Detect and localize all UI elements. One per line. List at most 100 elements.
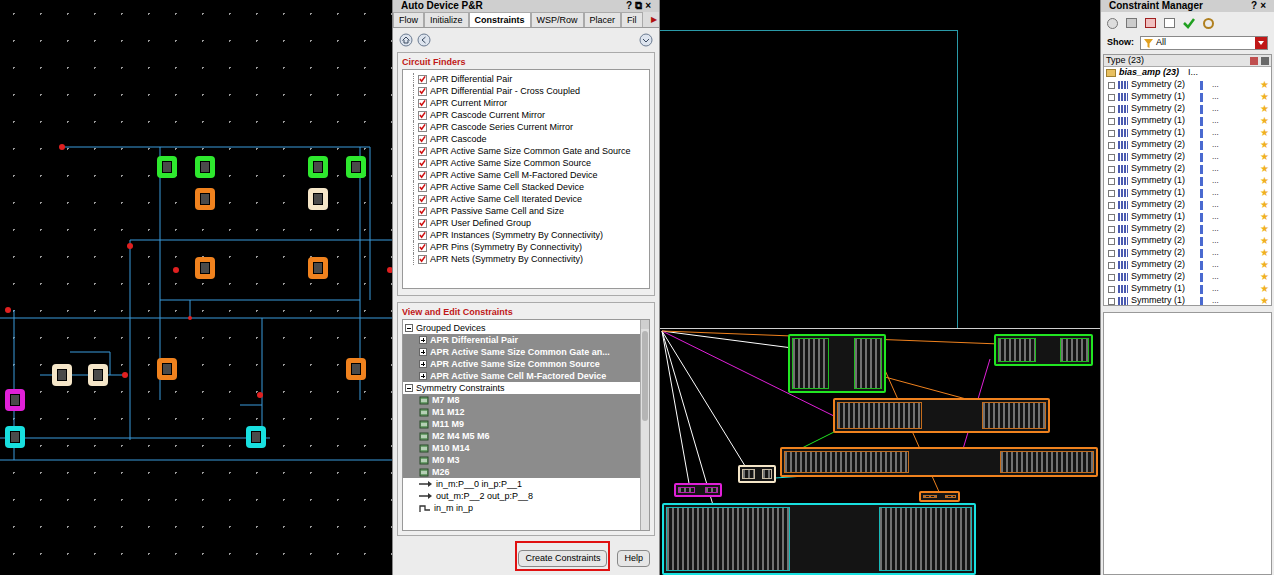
- tree-row[interactable]: M10 M14: [403, 442, 640, 454]
- tree-row[interactable]: Symmetry Constraints: [403, 382, 640, 394]
- layout-block[interactable]: [919, 491, 960, 502]
- layout-block[interactable]: [738, 465, 776, 483]
- checkbox[interactable]: [418, 183, 427, 192]
- constraint-row[interactable]: Symmetry (1)...★: [1104, 175, 1271, 187]
- finder-item[interactable]: APR Active Same Size Common Gate and Sou…: [413, 145, 649, 157]
- finder-item[interactable]: APR Instances (Symmetry By Connectivity): [413, 229, 649, 241]
- constraint-row[interactable]: Symmetry (2)...★: [1104, 163, 1271, 175]
- checkbox[interactable]: [418, 99, 427, 108]
- finder-item[interactable]: APR Passive Same Cell and Size: [413, 205, 649, 217]
- constraint-row[interactable]: Symmetry (1)...★: [1104, 283, 1271, 295]
- expand-icon[interactable]: [1108, 214, 1115, 221]
- schematic-device[interactable]: [308, 257, 328, 279]
- schematic-device[interactable]: [157, 358, 177, 380]
- layout-block[interactable]: [662, 503, 976, 575]
- finder-item[interactable]: APR Current Mirror: [413, 97, 649, 109]
- schematic-device[interactable]: [5, 426, 25, 448]
- constraint-row[interactable]: Symmetry (2)...★: [1104, 199, 1271, 211]
- constraint-row[interactable]: Symmetry (2)...★: [1104, 247, 1271, 259]
- tree-row[interactable]: in_m in_p: [403, 502, 640, 514]
- checkbox[interactable]: [418, 195, 427, 204]
- checkbox[interactable]: [418, 123, 427, 132]
- expand-icon[interactable]: [1108, 142, 1115, 149]
- schematic-device[interactable]: [195, 188, 215, 210]
- schematic-device[interactable]: [346, 358, 366, 380]
- expand-icon[interactable]: [1108, 166, 1115, 173]
- tree-row[interactable]: M26: [403, 466, 640, 478]
- constraint-row[interactable]: Symmetry (1)...★: [1104, 211, 1271, 223]
- tab-scroll-button[interactable]: ▶: [649, 12, 659, 27]
- constraint-row[interactable]: Symmetry (1)...★: [1104, 127, 1271, 139]
- checkbox[interactable]: [418, 207, 427, 216]
- check-icon[interactable]: [1183, 17, 1195, 29]
- refresh-icon[interactable]: [1203, 18, 1214, 29]
- tree-row[interactable]: APR Active Same Cell M-Factored Device: [403, 370, 640, 382]
- layout-block[interactable]: [788, 334, 886, 393]
- tab[interactable]: WSP/Row: [531, 12, 584, 27]
- collapse-icon[interactable]: [405, 384, 413, 392]
- expand-icon[interactable]: [1108, 178, 1115, 185]
- title-button[interactable]: ×: [645, 1, 651, 11]
- title-button[interactable]: ×: [1260, 1, 1266, 11]
- checkbox[interactable]: [418, 87, 427, 96]
- schematic-device[interactable]: [5, 389, 25, 411]
- tree-row[interactable]: M2 M4 M5 M6: [403, 430, 640, 442]
- tree-row[interactable]: APR Differential Pair: [403, 334, 640, 346]
- back-icon[interactable]: [417, 33, 431, 47]
- tree-row[interactable]: out_m:P__2 out_p:P__8: [403, 490, 640, 502]
- tree-row[interactable]: M11 M9: [403, 418, 640, 430]
- expand-icon[interactable]: [1108, 202, 1115, 209]
- finder-item[interactable]: APR Active Same Cell M-Factored Device: [413, 169, 649, 181]
- schematic-canvas[interactable]: [0, 0, 392, 575]
- scrollbar[interactable]: [640, 320, 649, 530]
- checkbox[interactable]: [418, 231, 427, 240]
- dropdown-arrow-icon[interactable]: [1255, 37, 1267, 49]
- constraint-row[interactable]: Symmetry (1)...★: [1104, 91, 1271, 103]
- table-icon[interactable]: [1145, 18, 1156, 28]
- menu-icon[interactable]: [639, 33, 653, 47]
- expand-icon[interactable]: [1108, 250, 1115, 257]
- schematic-device[interactable]: [195, 156, 215, 178]
- finder-item[interactable]: APR Active Same Cell Iterated Device: [413, 193, 649, 205]
- action-button[interactable]: Help: [617, 550, 650, 567]
- tree-row[interactable]: M7 M8: [403, 394, 640, 406]
- tab[interactable]: Placer: [584, 12, 622, 27]
- finder-item[interactable]: APR Cascode Series Current Mirror: [413, 121, 649, 133]
- checkbox[interactable]: [418, 135, 427, 144]
- expand-icon[interactable]: [1108, 94, 1115, 101]
- checkbox[interactable]: [418, 111, 427, 120]
- schematic-device[interactable]: [308, 188, 328, 210]
- expand-icon[interactable]: [1108, 286, 1115, 293]
- constraint-icon[interactable]: [1107, 18, 1118, 29]
- schematic-device[interactable]: [195, 257, 215, 279]
- title-button[interactable]: ?: [626, 1, 632, 11]
- tree-row[interactable]: in_m:P__0 in_p:P__1: [403, 478, 640, 490]
- schematic-device[interactable]: [52, 364, 72, 386]
- finder-item[interactable]: APR Differential Pair: [413, 73, 649, 85]
- tab[interactable]: Initialize: [424, 12, 469, 27]
- tree-row[interactable]: M1 M12: [403, 406, 640, 418]
- finder-item[interactable]: APR Active Same Size Common Source: [413, 157, 649, 169]
- expand-icon[interactable]: [1108, 82, 1115, 89]
- title-button[interactable]: ?: [1251, 1, 1257, 11]
- checkbox[interactable]: [418, 219, 427, 228]
- constraint-row[interactable]: Symmetry (1)...★: [1104, 295, 1271, 306]
- expand-icon[interactable]: [419, 348, 427, 356]
- layout-block[interactable]: [833, 398, 1050, 433]
- expand-icon[interactable]: [419, 336, 427, 344]
- expand-icon[interactable]: [419, 372, 427, 380]
- tab[interactable]: Fil: [621, 12, 643, 27]
- collapse-icon[interactable]: [405, 324, 413, 332]
- tree-row[interactable]: M0 M3: [403, 454, 640, 466]
- checkbox[interactable]: [418, 75, 427, 84]
- constraint-row[interactable]: Symmetry (2)...★: [1104, 223, 1271, 235]
- constraint-row[interactable]: Symmetry (2)...★: [1104, 259, 1271, 271]
- tree-row[interactable]: Grouped Devices: [403, 322, 640, 334]
- tab[interactable]: Constraints: [469, 12, 531, 27]
- constraint-row[interactable]: Symmetry (2)...★: [1104, 79, 1271, 91]
- layout-canvas[interactable]: [660, 0, 1100, 575]
- finder-item[interactable]: APR Pins (Symmetry By Connectivity): [413, 241, 649, 253]
- expand-icon[interactable]: [1108, 190, 1115, 197]
- layout-block[interactable]: [780, 447, 1098, 477]
- expand-icon[interactable]: [419, 360, 427, 368]
